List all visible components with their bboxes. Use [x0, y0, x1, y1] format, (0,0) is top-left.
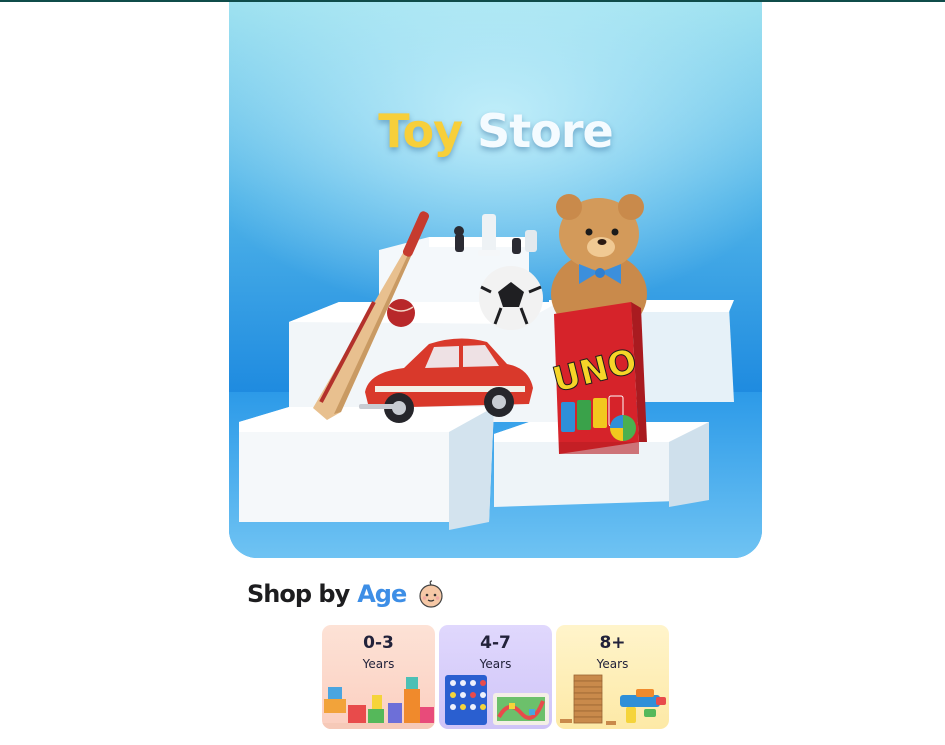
board-games-icon — [445, 675, 549, 725]
jenga-and-toy-blaster-icon — [560, 674, 666, 725]
age-card-4-7[interactable]: 4-7 Years — [439, 625, 552, 729]
age-range: 0-3 — [363, 633, 394, 653]
age-card-8-plus[interactable]: 8+ Years — [556, 625, 669, 729]
section-title-shop-by-age: Shop by Age — [247, 576, 446, 612]
hero-title-word-toy: Toy — [378, 104, 463, 158]
hero-illustration: UNO — [229, 2, 762, 558]
building-blocks-icon — [322, 677, 435, 729]
section-title-part1: Shop by — [247, 580, 350, 608]
age-card-0-3[interactable]: 0-3 Years — [322, 625, 435, 729]
section-title-part2: Age — [357, 580, 407, 608]
age-range: 4-7 — [480, 633, 511, 653]
age-range: 8+ — [599, 633, 626, 653]
baby-face-icon — [419, 580, 443, 608]
hero-title-word-store: Store — [477, 104, 614, 158]
hero-title: Toy Store — [229, 104, 762, 158]
hero-banner[interactable]: UNO Toy Store — [229, 2, 762, 558]
